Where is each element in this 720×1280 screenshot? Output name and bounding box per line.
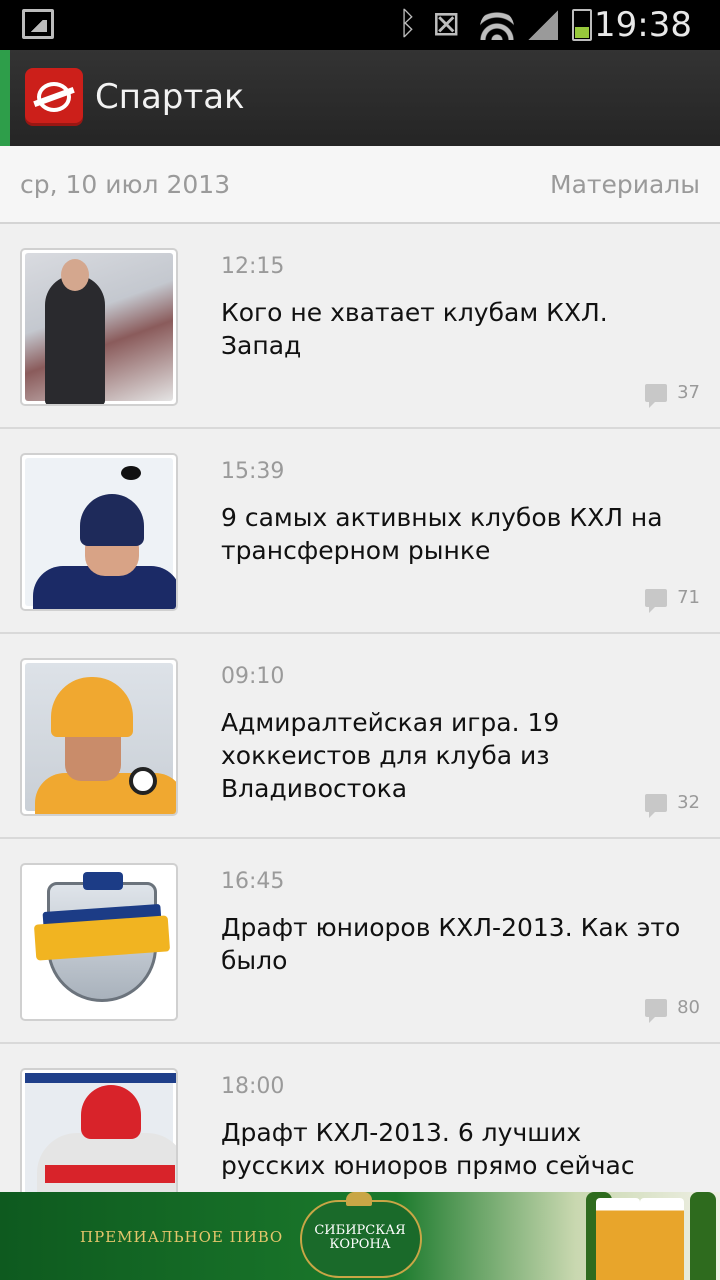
battery-icon	[572, 9, 592, 41]
news-title: Адмиралтейская игра. 19 хоккеистов для к…	[221, 708, 560, 803]
comment-count: 71	[677, 587, 700, 608]
news-title: 9 самых активных клубов КХЛ на трансферн…	[221, 503, 663, 565]
signal-icon	[528, 10, 558, 40]
news-time: 18:00	[221, 1074, 285, 1099]
comment-bubble-icon	[645, 588, 668, 613]
comment-bubble-icon	[645, 383, 668, 408]
comments-count: 32	[645, 792, 700, 818]
comment-bubble-icon	[645, 793, 668, 818]
crown-icon	[346, 1192, 372, 1206]
comments-count: 37	[645, 382, 700, 408]
news-title: Драфт КХЛ-2013. 6 лучших русских юниоров…	[221, 1118, 635, 1180]
date-header: ср, 10 июл 2013 Материалы	[0, 146, 720, 224]
coach-photo	[25, 253, 173, 404]
status-time: 19:38	[594, 5, 692, 45]
comments-count: 80	[645, 997, 700, 1023]
news-title: Драфт юниоров КХЛ-2013. Как это было	[221, 913, 681, 975]
news-time: 09:10	[221, 664, 285, 689]
news-time: 15:39	[221, 459, 285, 484]
comment-bubble-icon	[645, 998, 668, 1023]
news-item[interactable]: 16:45 Драфт юниоров КХЛ-2013. Как это бы…	[0, 839, 720, 1044]
vibrate-mute-icon	[430, 4, 466, 44]
ad-brand: СИБИРСКАЯ КОРОНА	[314, 1223, 406, 1252]
action-bar: Спартак	[0, 50, 720, 147]
comment-count: 32	[677, 792, 700, 813]
spartak-logo-icon[interactable]	[25, 68, 83, 126]
ad-banner[interactable]: ПРЕМИАЛЬНОЕ ПИВО СИБИРСКАЯ КОРОНА	[0, 1192, 720, 1280]
status-bar: 19:38	[0, 0, 720, 50]
wifi-icon	[480, 10, 514, 40]
news-item[interactable]: 12:15 Кого не хватает клубам КХЛ. Запад …	[0, 224, 720, 429]
app-title: Спартак	[95, 77, 245, 117]
section-label: Материалы	[550, 170, 700, 199]
news-title: Кого не хватает клубам КХЛ. Запад	[221, 298, 608, 360]
news-time: 12:15	[221, 254, 285, 279]
status-icons	[398, 4, 592, 44]
beer-bottle-icon	[690, 1192, 716, 1280]
beer-glass-icon	[640, 1198, 684, 1280]
news-feed: 12:15 Кого не хватает клубам КХЛ. Запад …	[0, 224, 720, 1249]
news-thumbnail	[20, 248, 178, 406]
hockey-player-photo	[25, 458, 176, 609]
news-thumbnail	[20, 658, 178, 816]
news-thumbnail	[20, 453, 178, 611]
gallery-notification-icon	[22, 9, 54, 39]
news-thumbnail	[20, 863, 178, 1021]
news-time: 16:45	[221, 869, 285, 894]
comment-count: 80	[677, 997, 700, 1018]
beer-glass-icon	[596, 1198, 640, 1280]
hockey-player-photo	[25, 663, 176, 814]
ad-tagline: ПРЕМИАЛЬНОЕ ПИВО	[80, 1228, 284, 1246]
draft-logo-image	[25, 868, 173, 1016]
drawer-indicator[interactable]	[0, 50, 10, 146]
bluetooth-icon	[398, 4, 417, 42]
news-item[interactable]: 15:39 9 самых активных клубов КХЛ на тра…	[0, 429, 720, 634]
comments-count: 71	[645, 587, 700, 613]
comment-count: 37	[677, 382, 700, 403]
news-item[interactable]: 09:10 Адмиралтейская игра. 19 хоккеистов…	[0, 634, 720, 839]
date-label: ср, 10 июл 2013	[20, 170, 231, 199]
